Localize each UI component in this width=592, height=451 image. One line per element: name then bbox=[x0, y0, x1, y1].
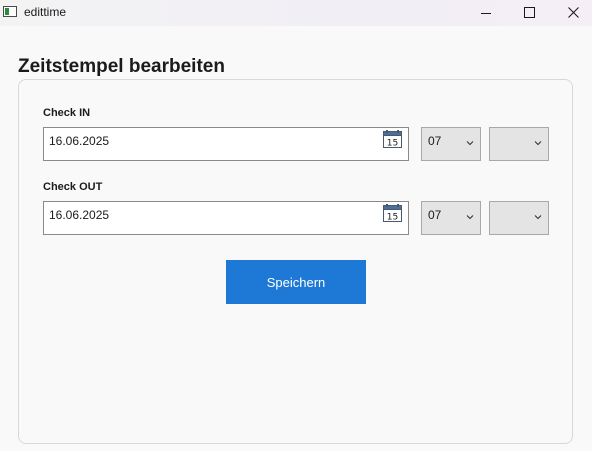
calendar-icon-day: 15 bbox=[387, 213, 398, 223]
save-button[interactable]: Speichern bbox=[226, 260, 366, 304]
check-in-date-value: 16.06.2025 bbox=[49, 134, 110, 148]
close-button[interactable] bbox=[550, 0, 592, 26]
check-in-minute-select[interactable] bbox=[489, 127, 549, 161]
check-out-minute-select[interactable] bbox=[489, 201, 549, 235]
check-out-hour-value: 07 bbox=[428, 208, 442, 222]
check-in-hour-value: 07 bbox=[428, 134, 442, 148]
calendar-icon[interactable]: 15 bbox=[383, 130, 402, 148]
check-out-date-value: 16.06.2025 bbox=[49, 208, 110, 222]
chevron-down-icon bbox=[466, 141, 474, 146]
chevron-down-icon bbox=[534, 215, 542, 220]
check-out-date-picker[interactable]: 16.06.2025 15 bbox=[43, 201, 409, 235]
page-title: Zeitstempel bearbeiten bbox=[18, 56, 225, 77]
title-bar[interactable]: edittime bbox=[0, 0, 592, 26]
maximize-button[interactable] bbox=[506, 0, 552, 26]
calendar-icon-day: 15 bbox=[387, 139, 398, 149]
check-in-hour-select[interactable]: 07 bbox=[421, 127, 481, 161]
check-in-label: Check IN bbox=[43, 107, 91, 119]
chevron-down-icon bbox=[466, 215, 474, 220]
close-icon bbox=[568, 7, 579, 18]
window-title: edittime bbox=[24, 5, 67, 19]
calendar-icon[interactable]: 15 bbox=[383, 204, 402, 222]
check-out-hour-select[interactable]: 07 bbox=[421, 201, 481, 235]
check-out-label: Check OUT bbox=[43, 181, 103, 193]
minimize-button[interactable] bbox=[463, 0, 509, 26]
app-icon bbox=[3, 6, 17, 17]
chevron-down-icon bbox=[534, 141, 542, 146]
check-in-date-picker[interactable]: 16.06.2025 15 bbox=[43, 127, 409, 161]
